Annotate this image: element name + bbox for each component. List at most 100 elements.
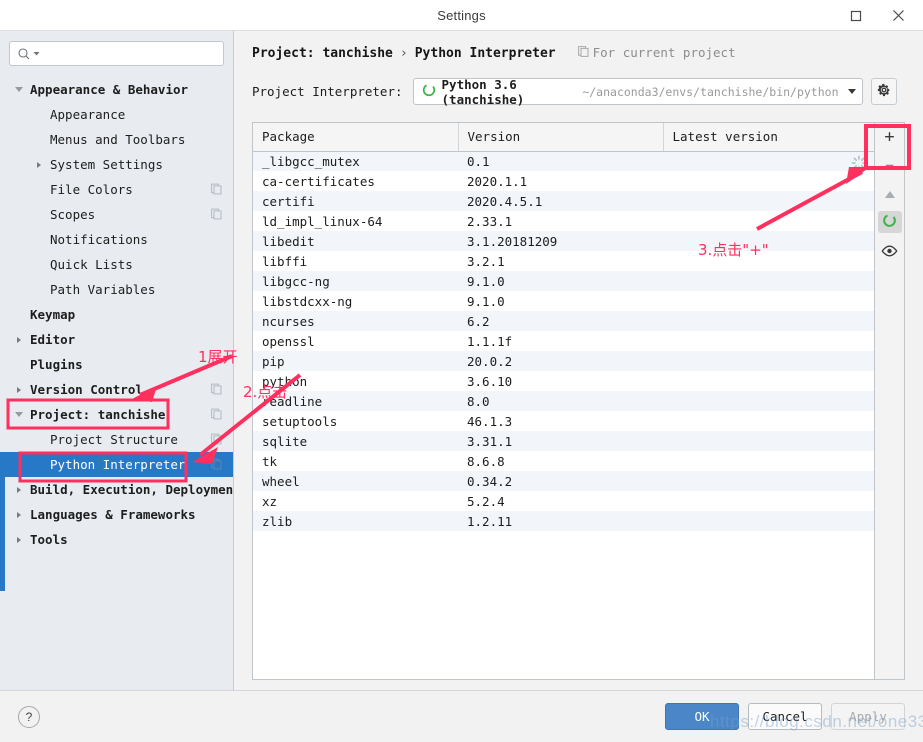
table-row[interactable]: tk 8.6.8 <box>253 451 874 471</box>
cell-version: 9.1.0 <box>467 293 505 309</box>
cell-latest <box>663 151 874 171</box>
sidebar-item-appearance-behavior[interactable]: Appearance & Behavior <box>0 77 233 102</box>
chevron-down-icon[interactable] <box>847 89 856 94</box>
sidebar-item-project-tanchishe[interactable]: Project: tanchishe <box>0 402 233 427</box>
chevron-right-icon[interactable] <box>37 161 41 168</box>
cell-latest <box>663 431 874 451</box>
table-row[interactable]: zlib 1.2.11 <box>253 511 874 531</box>
cell-latest <box>663 211 874 231</box>
interpreter-name: Python 3.6 (tanchishe) <box>441 76 525 107</box>
table-row[interactable]: openssl 1.1.1f <box>253 331 874 351</box>
table-row[interactable]: ca-certificates 2020.1.1 <box>253 171 874 191</box>
column-header-version[interactable]: Version <box>458 123 664 152</box>
chevron-right-icon[interactable] <box>17 486 21 493</box>
chevron-down-icon[interactable] <box>15 87 23 92</box>
sidebar-item-label: Quick Lists <box>50 257 133 272</box>
cell-package: pip <box>262 353 285 369</box>
title-bar: Settings <box>0 0 923 31</box>
table-row[interactable]: ld_impl_linux-64 2.33.1 <box>253 211 874 231</box>
table-row[interactable]: libstdcxx-ng 9.1.0 <box>253 291 874 311</box>
ok-button[interactable]: OK <box>665 703 739 730</box>
sidebar-item-editor[interactable]: Editor <box>0 327 233 352</box>
table-row[interactable]: ncurses 6.2 <box>253 311 874 331</box>
sidebar-item-notifications[interactable]: Notifications <box>0 227 233 252</box>
search-dropdown-caret[interactable] <box>33 50 40 57</box>
table-row[interactable]: sqlite 3.31.1 <box>253 431 874 451</box>
help-button[interactable]: ? <box>18 705 40 728</box>
table-row[interactable]: certifi 2020.4.5.1 <box>253 191 874 211</box>
sidebar-item-build-execution-deployment[interactable]: Build, Execution, Deployment <box>0 477 233 502</box>
sidebar-item-appearance[interactable]: Appearance <box>0 102 233 127</box>
breadcrumb-root[interactable]: Project: tanchishe <box>252 46 393 61</box>
cell-latest <box>663 511 874 531</box>
sidebar-item-quick-lists[interactable]: Quick Lists <box>0 252 233 277</box>
table-row[interactable]: python 3.6.10 <box>253 371 874 391</box>
table-row[interactable]: libedit 3.1.20181209 <box>253 231 874 251</box>
cell-package: ncurses <box>262 313 315 329</box>
dialog-body: Appearance & Behavior Appearance Menus and… <box>0 31 923 690</box>
show-early-releases-button[interactable] <box>875 237 904 265</box>
copy-icon <box>577 45 589 60</box>
table-row[interactable]: libffi 3.2.1 <box>253 251 874 271</box>
interpreter-select[interactable]: Python 3.6 (tanchishe) ~/anaconda3/envs/… <box>412 76 863 107</box>
remove-package-button[interactable]: − <box>875 151 904 179</box>
table-row[interactable]: _libgcc_mutex 0.1 <box>253 151 874 171</box>
cell-package: libedit <box>262 233 315 249</box>
close-icon[interactable] <box>877 0 919 31</box>
maximize-icon[interactable] <box>835 0 877 31</box>
loading-spinner-icon <box>851 155 867 171</box>
interpreter-settings-button[interactable] <box>870 78 897 105</box>
cell-version: 2020.1.1 <box>467 173 528 189</box>
cell-version: 8.0 <box>467 393 490 409</box>
table-row[interactable]: pip 20.0.2 <box>253 351 874 371</box>
table-row[interactable]: wheel 0.34.2 <box>253 471 874 491</box>
interpreter-path: ~/anaconda3/envs/tanchishe/bin/python <box>582 84 839 99</box>
add-package-label: + <box>884 126 895 147</box>
cell-package: ca-certificates <box>262 173 375 189</box>
sidebar-item-label: Editor <box>30 332 76 347</box>
cell-version: 3.1.20181209 <box>467 233 558 249</box>
cell-version: 0.1 <box>467 153 490 169</box>
column-header-package[interactable]: Package <box>253 123 459 152</box>
column-header-latest-version[interactable]: Latest version <box>663 123 874 152</box>
sidebar-item-languages-frameworks[interactable]: Languages & Frameworks <box>0 502 233 527</box>
conda-env-button[interactable] <box>877 211 902 233</box>
sidebar-item-tools[interactable]: Tools <box>0 527 233 552</box>
sidebar-item-version-control[interactable]: Version Control <box>0 377 233 402</box>
sidebar-item-plugins[interactable]: Plugins <box>0 352 233 377</box>
table-row[interactable]: readline 8.0 <box>253 391 874 411</box>
sidebar-item-keymap[interactable]: Keymap <box>0 302 233 327</box>
sidebar-item-label: Appearance & Behavior <box>30 82 189 97</box>
cell-latest <box>663 451 874 471</box>
sidebar-scrollbar[interactable] <box>0 471 5 591</box>
sidebar-item-system-settings[interactable]: System Settings <box>0 152 233 177</box>
chevron-right-icon[interactable] <box>17 511 21 518</box>
table-row[interactable]: setuptools 46.1.3 <box>253 411 874 431</box>
search-input[interactable] <box>9 41 224 66</box>
sidebar-item-file-colors[interactable]: File Colors <box>0 177 233 202</box>
cell-version: 0.34.2 <box>467 473 513 489</box>
cancel-button[interactable]: Cancel <box>748 703 822 730</box>
upgrade-package-button[interactable] <box>875 179 904 207</box>
sidebar-item-label: Project Structure <box>50 432 178 447</box>
chevron-down-icon[interactable] <box>15 412 23 417</box>
sidebar-item-project-structure[interactable]: Project Structure <box>0 427 233 452</box>
sidebar-item-path-variables[interactable]: Path Variables <box>0 277 233 302</box>
table-row[interactable]: xz 5.2.4 <box>253 491 874 511</box>
chevron-right-icon[interactable] <box>17 536 21 543</box>
gear-icon <box>877 82 891 101</box>
sidebar-item-menus-and-toolbars[interactable]: Menus and Toolbars <box>0 127 233 152</box>
sidebar-item-scopes[interactable]: Scopes <box>0 202 233 227</box>
chevron-right-icon[interactable] <box>17 386 21 393</box>
cell-package: tk <box>262 453 278 469</box>
add-package-button[interactable]: + <box>875 123 904 151</box>
copy-icon <box>211 432 222 447</box>
main-panel: Project: tanchishe › Python Interpreter … <box>234 31 923 690</box>
apply-button[interactable]: Apply <box>831 703 905 730</box>
footer-actions: OK Cancel Apply <box>665 703 905 730</box>
cell-version: 8.6.8 <box>467 453 505 469</box>
table-row[interactable]: libgcc-ng 9.1.0 <box>253 271 874 291</box>
chevron-right-icon[interactable] <box>17 336 21 343</box>
sidebar-item-python-interpreter[interactable]: Python Interpreter <box>0 452 233 477</box>
cell-latest <box>663 391 874 411</box>
